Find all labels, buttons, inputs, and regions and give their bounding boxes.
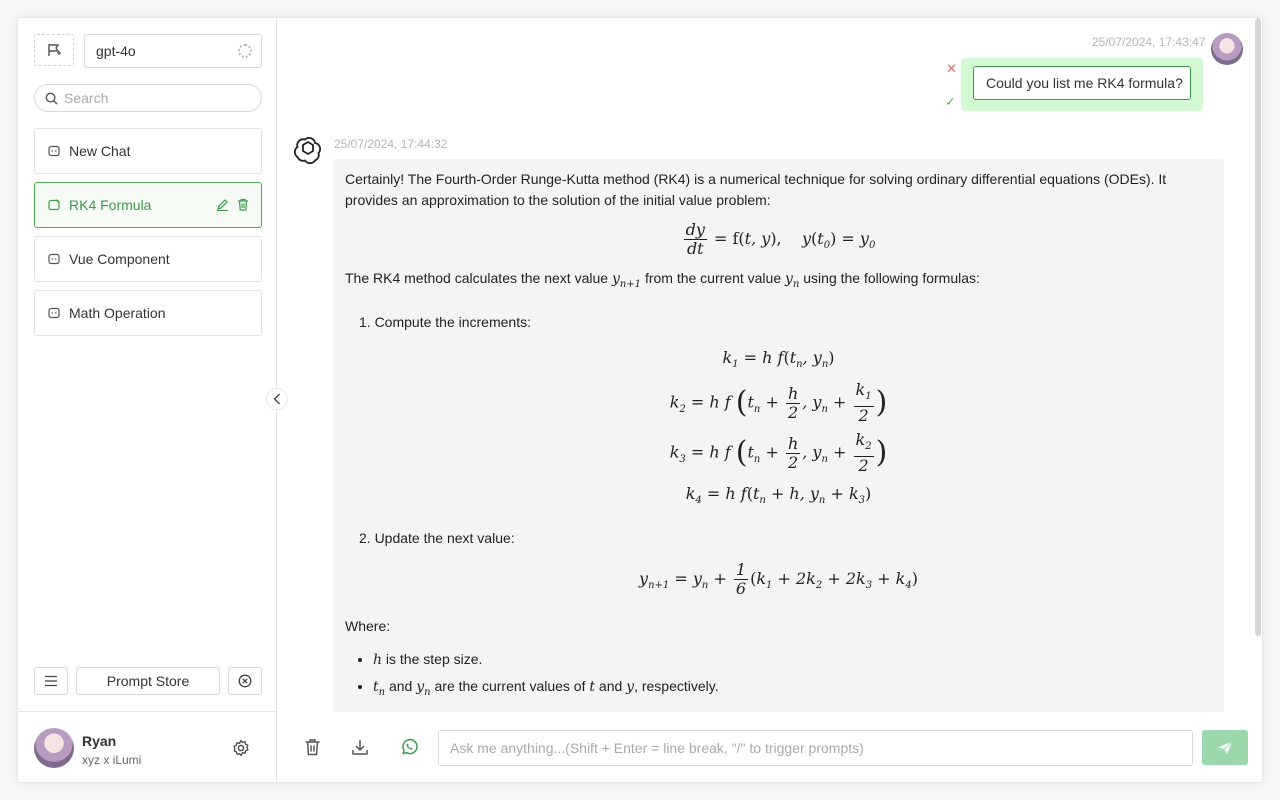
new-chat-icon: [48, 44, 61, 56]
input-bar: [277, 712, 1262, 782]
loading-spinner-icon: [238, 44, 252, 58]
sidebar-bottom-bar: Prompt Store: [34, 667, 262, 695]
gear-icon[interactable]: [232, 739, 250, 757]
model-select-value: gpt-4o: [96, 43, 136, 59]
scrollbar[interactable]: [1255, 18, 1261, 636]
chat-edit-icon: [48, 199, 60, 211]
k2-equation: k2 = h f (tn + h2, yn + k1 2): [669, 379, 888, 426]
chat-icon: [48, 307, 60, 319]
sidebar: gpt-4o New Chat RK4 Formula Vue Componen…: [18, 18, 277, 782]
trash-icon[interactable]: [304, 738, 321, 756]
search-icon: [45, 92, 58, 105]
prompt-store-button[interactable]: Prompt Store: [76, 667, 220, 695]
definitions-list: h is the step size. tn and yn are the cu…: [345, 649, 1212, 703]
message-input[interactable]: [438, 730, 1193, 766]
sidebar-top: gpt-4o: [34, 34, 262, 68]
step-1-text: 1. Compute the increments:: [359, 313, 531, 330]
chat-item-label: RK4 Formula: [69, 197, 152, 213]
search-input[interactable]: [62, 89, 246, 107]
bullet-2-mid: are the current values of: [434, 677, 586, 694]
list-item: h is the step size.: [373, 649, 1212, 671]
send-icon: [1218, 740, 1233, 754]
whatsapp-icon[interactable]: [400, 738, 418, 756]
bullet-1-text: is the step size.: [385, 650, 483, 667]
search-box[interactable]: [34, 84, 262, 112]
avatar[interactable]: [34, 728, 74, 768]
chat-icon: [48, 145, 60, 157]
calc-mid: from the current value: [644, 270, 782, 286]
bullet-2-and-2: and: [598, 677, 623, 694]
chat-icon: [48, 253, 60, 265]
clear-button[interactable]: [228, 667, 262, 695]
trash-icon[interactable]: [237, 198, 249, 211]
chat-item-label: Math Operation: [69, 305, 166, 321]
chat-item-actions: [216, 198, 249, 211]
close-circle-icon: [238, 674, 252, 688]
openai-logo-icon: [294, 137, 321, 164]
step-2-text: 2. Update the next value:: [359, 529, 515, 546]
bullet-2-and: and: [388, 677, 413, 694]
bot-message-timestamp: 25/07/2024, 17:44:32: [334, 137, 448, 151]
model-select[interactable]: gpt-4o: [84, 34, 262, 68]
update-equation: yn+1 = yn + 1 6 (k1 + 2k2 + 2k3 + k4): [639, 559, 918, 598]
calc-suffix: using the following formulas:: [803, 270, 980, 286]
k4-equation: k4 = h f(tn + h, yn + k3): [685, 484, 872, 507]
user-avatar: [1211, 33, 1243, 65]
user-message-bubble: Could you list me RK4 formula?: [961, 58, 1203, 111]
calc-prefix: The RK4 method calculates the next value: [345, 270, 609, 286]
bot-intro-text: Certainly! The Fourth-Order Runge-Kutta …: [345, 171, 1167, 208]
user-name: Ryan: [82, 733, 117, 749]
edit-icon[interactable]: [216, 198, 229, 211]
where-text: Where:: [345, 617, 391, 634]
chat-item-new-chat[interactable]: New Chat: [34, 128, 262, 174]
chat-item-vue-component[interactable]: Vue Component: [34, 236, 262, 282]
app-window: gpt-4o New Chat RK4 Formula Vue Componen…: [17, 17, 1263, 783]
chat-item-rk4-formula[interactable]: RK4 Formula: [34, 182, 262, 228]
chat-item-math-operation[interactable]: Math Operation: [34, 290, 262, 336]
k3-equation: k3 = h f (tn + h2, yn + k2 2): [669, 430, 888, 476]
chat-main: 25/07/2024, 17:43:47 ✕ ✓ Could you list …: [277, 18, 1262, 782]
bot-message-bubble: Certainly! The Fourth-Order Runge-Kutta …: [333, 159, 1224, 712]
message-list[interactable]: 25/07/2024, 17:43:47 ✕ ✓ Could you list …: [277, 18, 1262, 712]
chat-item-label: Vue Component: [69, 251, 170, 267]
confirm-edit-icon[interactable]: ✓: [945, 94, 956, 110]
edit-message-input[interactable]: Could you list me RK4 formula?: [973, 66, 1191, 100]
cancel-edit-icon[interactable]: ✕: [946, 61, 957, 77]
calc-line: The RK4 method calculates the next value…: [345, 270, 980, 290]
chat-item-label: New Chat: [69, 143, 131, 159]
chevron-left-icon: [273, 393, 280, 405]
user-bar: Ryan xyz x iLumi: [18, 711, 276, 783]
ode-equation: dy dt = f(t, y), y(t0) = y0: [683, 220, 876, 258]
collapse-sidebar-button[interactable]: [266, 388, 288, 410]
user-message-timestamp: 25/07/2024, 17:43:47: [1092, 35, 1206, 49]
menu-icon: [45, 675, 57, 687]
send-button[interactable]: [1202, 730, 1248, 765]
new-chat-button[interactable]: [34, 34, 74, 66]
k1-equation: k1 = h f(tn, yn): [722, 347, 835, 370]
download-icon[interactable]: [351, 738, 369, 756]
list-item: tn and yn are the current values of t an…: [373, 676, 1212, 703]
user-subtitle: xyz x iLumi: [82, 753, 142, 767]
bullet-2-end: , respectively.: [634, 677, 719, 694]
menu-button[interactable]: [34, 667, 68, 695]
